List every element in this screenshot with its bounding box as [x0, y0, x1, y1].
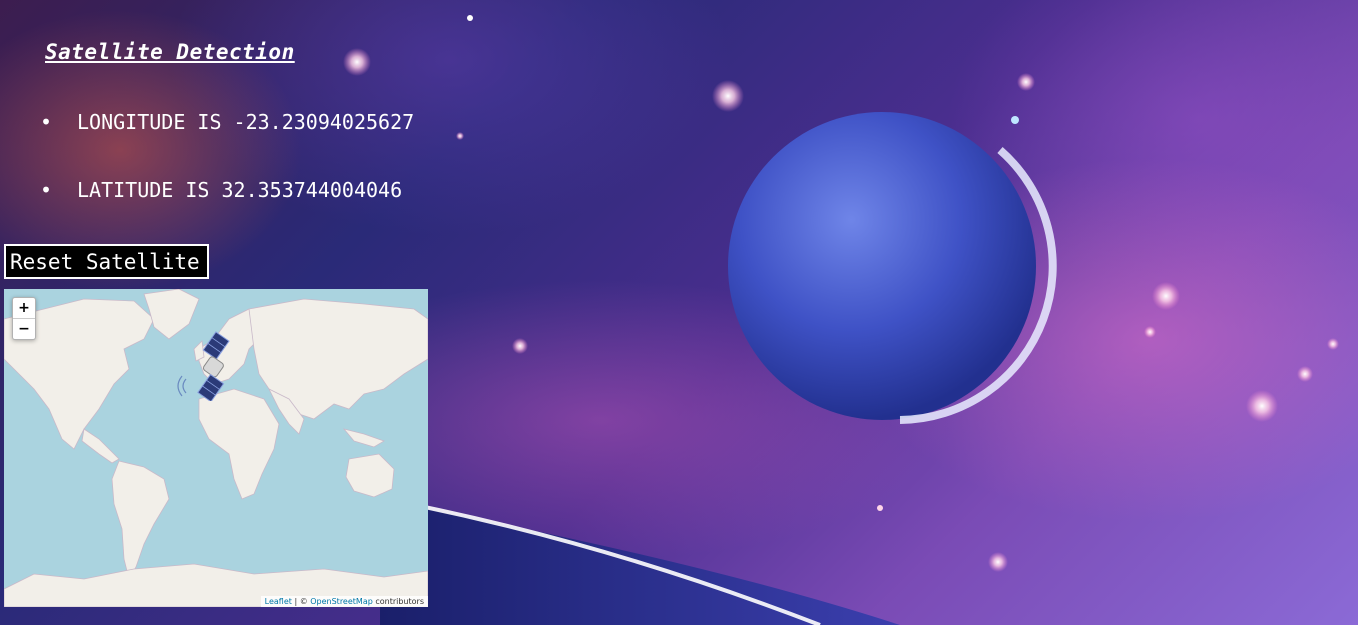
coordinates-list: • LONGITUDE IS -23.23094025627 • LATITUD… [40, 104, 414, 240]
latitude-text: LATITUDE IS 32.353744004046 [77, 178, 403, 202]
attribution-suffix: contributors [372, 597, 424, 606]
map-attribution: Leaflet | © OpenStreetMap contributors [260, 596, 428, 607]
zoom-control: + − [12, 297, 36, 340]
attribution-separator: | © [291, 597, 311, 606]
openstreetmap-link[interactable]: OpenStreetMap [310, 597, 373, 606]
longitude-text: LONGITUDE IS -23.23094025627 [77, 110, 415, 134]
bullet-icon: • [40, 178, 53, 202]
zoom-out-button[interactable]: − [13, 318, 35, 339]
bullet-icon: • [40, 110, 53, 134]
latitude-item: • LATITUDE IS 32.353744004046 [40, 172, 414, 208]
planet [728, 112, 1057, 424]
leaflet-link[interactable]: Leaflet [265, 597, 292, 606]
map-container[interactable]: + − Leaflet | © OpenStreetMap contributo… [4, 289, 428, 607]
longitude-item: • LONGITUDE IS -23.23094025627 [40, 104, 414, 140]
satellite-icon[interactable] [174, 331, 254, 401]
zoom-in-button[interactable]: + [13, 298, 35, 318]
page-title: Satellite Detection [45, 40, 295, 64]
reset-satellite-button[interactable]: Reset Satellite [4, 244, 209, 279]
